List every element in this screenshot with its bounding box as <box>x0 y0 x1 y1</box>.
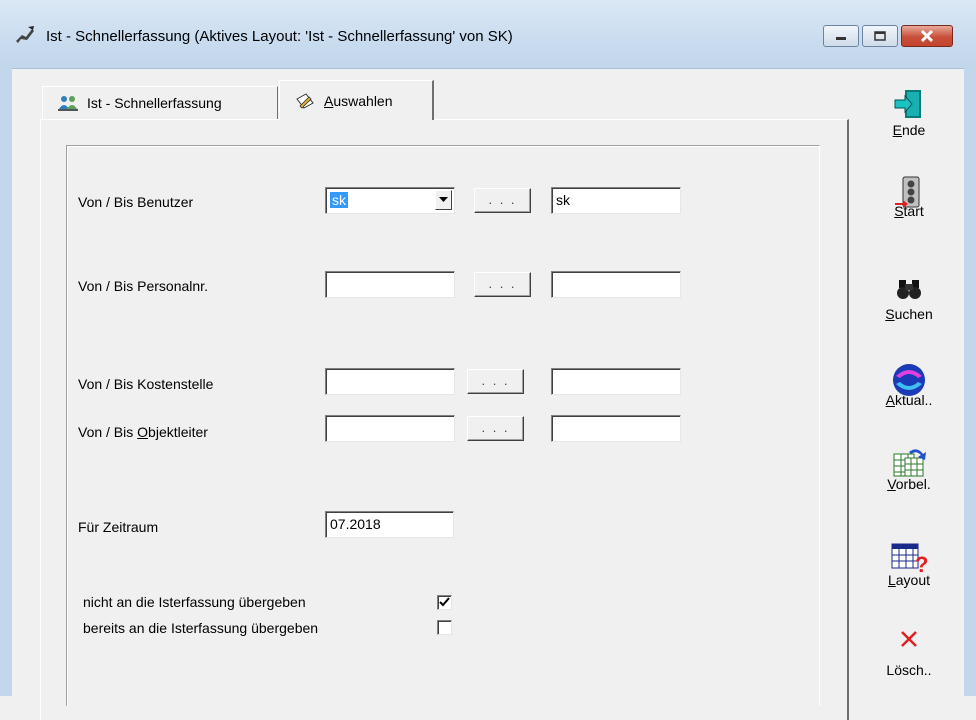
start-button[interactable]: Start <box>864 175 954 219</box>
personalnr-browse-button[interactable]: . . . <box>474 272 531 297</box>
kostenstelle-browse-button[interactable]: . . . <box>467 369 524 394</box>
hand-pen-icon <box>16 26 34 43</box>
kostenstelle-label: Von / Bis Kostenstelle <box>78 376 214 392</box>
vorbel-button[interactable]: Vorbel. <box>864 444 954 492</box>
benutzer-from-value: sk <box>330 192 348 208</box>
personalnr-from-field[interactable] <box>325 271 455 298</box>
zeitraum-field[interactable]: 07.2018 <box>325 511 454 538</box>
close-button[interactable] <box>901 25 953 47</box>
minimize-button[interactable] <box>823 25 859 47</box>
kostenstelle-to-field[interactable] <box>551 368 681 395</box>
delete-x-icon <box>901 631 917 647</box>
minimize-icon <box>836 37 846 40</box>
dropdown-button[interactable] <box>435 190 452 210</box>
title-bar: Ist - Schnellerfassung (Aktives Layout: … <box>0 0 976 69</box>
benutzer-to-field[interactable]: sk <box>551 187 681 214</box>
binoculars-icon <box>897 280 921 299</box>
tab-auswahlen[interactable]: Auswahlen <box>279 80 434 120</box>
nicht-uebergeben-checkbox[interactable] <box>437 595 452 610</box>
zeitraum-label: Für Zeitraum <box>78 519 159 535</box>
ende-button[interactable]: Ende <box>864 87 954 138</box>
window-frame-left <box>0 68 12 696</box>
layout-button[interactable]: ? Layout <box>864 538 954 588</box>
window-frame-right <box>964 68 976 696</box>
benutzer-label: Von / Bis Benutzer <box>78 194 194 210</box>
restore-icon <box>874 31 886 41</box>
svg-text:?: ? <box>915 552 928 574</box>
chevron-down-icon <box>439 197 448 202</box>
table-question-icon: ? <box>891 543 928 574</box>
loesch-button[interactable]: Lösch.. <box>864 628 954 678</box>
objektleiter-label: Von / Bis Objektleiter <box>78 424 208 440</box>
benutzer-browse-button[interactable]: . . . <box>474 188 531 213</box>
objektleiter-from-field[interactable] <box>325 415 455 442</box>
objektleiter-to-field[interactable] <box>551 415 681 442</box>
tab-label: Auswahlen <box>324 92 393 109</box>
personalnr-label: Von / Bis Personalnr. <box>78 278 208 294</box>
nicht-uebergeben-label: nicht an die Isterfassung übergeben <box>83 594 306 610</box>
bereits-uebergeben-label: bereits an die Isterfassung übergeben <box>83 620 319 636</box>
maximize-button[interactable] <box>862 25 898 47</box>
bereits-uebergeben-checkbox[interactable] <box>437 620 452 635</box>
window-title: Ist - Schnellerfassung (Aktives Layout: … <box>46 28 513 45</box>
pencil-note-icon <box>296 92 314 109</box>
kostenstelle-from-field[interactable] <box>325 368 455 395</box>
exit-door-icon <box>894 90 921 118</box>
tab-label: Ist - Schnellerfassung <box>87 95 222 111</box>
aktual-button[interactable]: Aktual.. <box>864 362 954 408</box>
checkmark-icon <box>439 597 450 607</box>
objektleiter-browse-button[interactable]: . . . <box>467 416 524 441</box>
close-icon <box>920 30 934 42</box>
tab-ist-schnellerfassung[interactable]: Ist - Schnellerfassung <box>42 86 278 119</box>
suchen-button[interactable]: Suchen <box>864 278 954 322</box>
personalnr-to-field[interactable] <box>551 271 681 298</box>
people-icon <box>58 96 78 111</box>
benutzer-from-combo[interactable]: sk <box>325 187 455 214</box>
table-arrow-icon <box>893 449 926 477</box>
